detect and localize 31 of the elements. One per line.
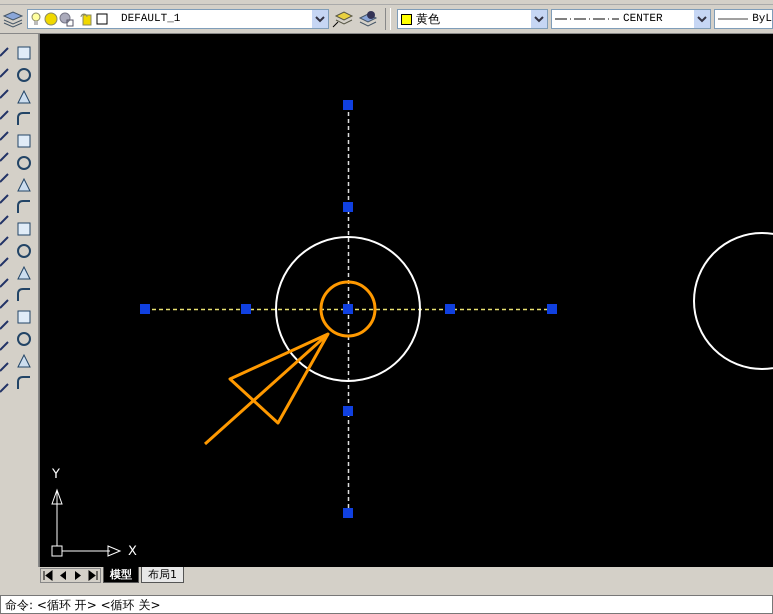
layers-icon[interactable] bbox=[357, 10, 379, 28]
y-axis-label: Y bbox=[52, 468, 60, 481]
drawing-canvas[interactable]: Y X bbox=[39, 34, 773, 567]
grip-handle[interactable] bbox=[343, 100, 353, 110]
grip-handle[interactable] bbox=[547, 304, 557, 314]
lineweight-dropdown[interactable]: ByL bbox=[714, 9, 773, 29]
layer-dropdown[interactable]: DEFAULT_1 bbox=[27, 9, 329, 29]
dash-dot-line-icon bbox=[555, 16, 619, 22]
layout-tab[interactable]: 模型 bbox=[103, 567, 139, 583]
x-axis-label: X bbox=[128, 545, 137, 558]
command-history-text: 命令: <循环 开> <循环 关> bbox=[5, 598, 161, 612]
layout-tab[interactable]: 布局1 bbox=[141, 567, 184, 583]
solid-line-icon bbox=[718, 16, 748, 22]
last-page-icon[interactable] bbox=[86, 568, 100, 582]
layer-previous-icon[interactable] bbox=[332, 10, 354, 28]
grip-handle[interactable] bbox=[241, 304, 251, 314]
grip-handle[interactable] bbox=[343, 508, 353, 518]
grip-handle[interactable] bbox=[343, 406, 353, 416]
layers-icon[interactable] bbox=[2, 10, 24, 28]
layer-name: DEFAULT_1 bbox=[121, 13, 182, 25]
lineweight-name: ByL bbox=[752, 13, 772, 25]
grip-handle[interactable] bbox=[140, 304, 150, 314]
grip-handle[interactable] bbox=[343, 202, 353, 212]
linetype-name: CENTER bbox=[623, 13, 664, 25]
color-name: 黄色 bbox=[416, 10, 441, 28]
grip-handle[interactable] bbox=[343, 304, 353, 314]
linetype-dropdown[interactable]: CENTER bbox=[551, 9, 711, 29]
color-dropdown[interactable]: 黄色 bbox=[397, 9, 548, 29]
ucs-axis-drawing bbox=[52, 488, 122, 556]
first-page-icon[interactable] bbox=[41, 568, 55, 582]
grip-handle[interactable] bbox=[445, 304, 455, 314]
